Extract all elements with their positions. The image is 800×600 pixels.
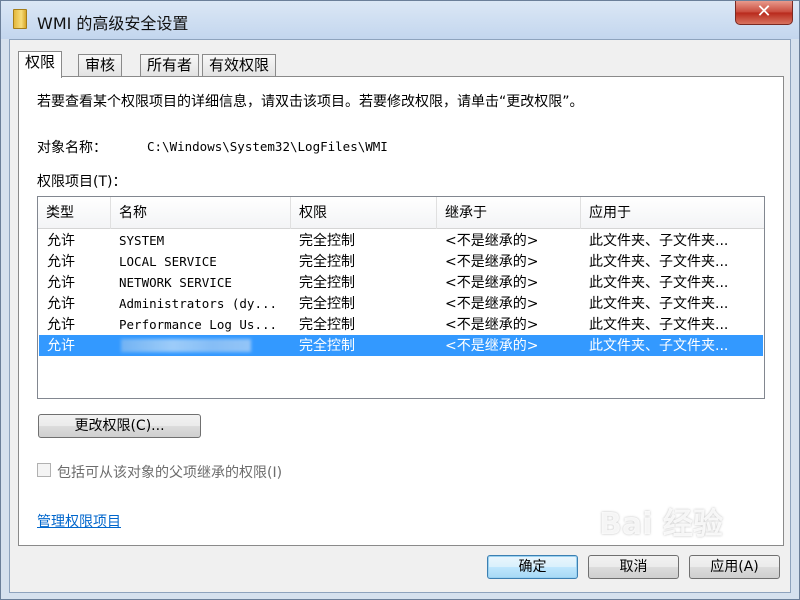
- cell-applies-to: 此文件夹、子文件夹...: [589, 296, 729, 312]
- tab-owner[interactable]: 所有者: [140, 54, 200, 77]
- cell-permission: 完全控制: [299, 233, 355, 249]
- redacted-name: [121, 339, 251, 352]
- cell-permission: 完全控制: [299, 275, 355, 291]
- permission-entries-label: 权限项目(T)：: [37, 174, 127, 190]
- tab-permissions[interactable]: 权限: [18, 51, 63, 78]
- column-header-applies-to[interactable]: 应用于: [581, 197, 764, 229]
- table-row[interactable]: 允许 SYSTEM 完全控制 <不是继承的> 此文件夹、子文件夹...: [39, 230, 763, 251]
- cell-applies-to: 此文件夹、子文件夹...: [589, 254, 729, 270]
- cell-type: 允许: [47, 338, 75, 354]
- column-header-type[interactable]: 类型: [38, 197, 111, 229]
- cell-inherited-from: <不是继承的>: [445, 275, 539, 291]
- object-name-label: 对象名称：: [37, 140, 107, 156]
- cell-permission: 完全控制: [299, 296, 355, 312]
- cell-name: NETWORK SERVICE: [119, 275, 232, 290]
- close-button[interactable]: ✕: [735, 1, 793, 25]
- cell-type: 允许: [47, 317, 75, 333]
- table-row[interactable]: 允许 Performance Log Us... 完全控制 <不是继承的> 此文…: [39, 314, 763, 335]
- column-header-inherited-from[interactable]: 继承于: [437, 197, 581, 229]
- cell-name: Administrators (dy...: [119, 296, 278, 311]
- cell-inherited-from: <不是继承的>: [445, 338, 539, 354]
- include-inheritable-checkbox[interactable]: [37, 463, 51, 477]
- cell-name: SYSTEM: [119, 233, 165, 248]
- cell-type: 允许: [47, 233, 75, 249]
- table-row-selected[interactable]: 允许 完全控制 <不是继承的> 此文件夹、子文件夹...: [39, 335, 763, 356]
- cell-applies-to: 此文件夹、子文件夹...: [589, 275, 729, 291]
- watermark: Bai 经验: [599, 507, 723, 542]
- table-row[interactable]: 允许 NETWORK SERVICE 完全控制 <不是继承的> 此文件夹、子文件…: [39, 272, 763, 293]
- cell-type: 允许: [47, 254, 75, 270]
- list-header: 类型 名称 权限 继承于 应用于: [38, 197, 764, 229]
- cell-applies-to: 此文件夹、子文件夹...: [589, 233, 729, 249]
- cell-type: 允许: [47, 275, 75, 291]
- permission-entries-list[interactable]: 类型 名称 权限 继承于 应用于 允许 SYSTEM 完全控制 <不是继承的> …: [37, 196, 765, 399]
- include-inheritable-label: 包括可从该对象的父项继承的权限(I): [57, 465, 283, 481]
- cell-applies-to: 此文件夹、子文件夹...: [589, 338, 729, 354]
- cell-inherited-from: <不是继承的>: [445, 233, 539, 249]
- table-row[interactable]: 允许 Administrators (dy... 完全控制 <不是继承的> 此文…: [39, 293, 763, 314]
- title-bar[interactable]: WMI 的高级安全设置 ✕: [1, 1, 799, 39]
- cell-type: 允许: [47, 296, 75, 312]
- column-header-name[interactable]: 名称: [111, 197, 291, 229]
- description-text: 若要查看某个权限项目的详细信息，请双击该项目。若要修改权限，请单击“更改权限”。: [37, 94, 584, 110]
- column-header-permission[interactable]: 权限: [291, 197, 437, 229]
- object-name-value: C:\Windows\System32\LogFiles\WMI: [147, 139, 388, 154]
- table-row[interactable]: 允许 LOCAL SERVICE 完全控制 <不是继承的> 此文件夹、子文件夹.…: [39, 251, 763, 272]
- cell-permission: 完全控制: [299, 338, 355, 354]
- tab-effective-permissions[interactable]: 有效权限: [202, 54, 277, 77]
- change-permissions-button[interactable]: 更改权限(C)...: [38, 414, 201, 438]
- cell-name: LOCAL SERVICE: [119, 254, 217, 269]
- ok-button[interactable]: 确定: [487, 555, 578, 579]
- tab-auditing[interactable]: 审核: [78, 54, 123, 77]
- cell-permission: 完全控制: [299, 317, 355, 333]
- folder-icon: [13, 9, 27, 29]
- cell-inherited-from: <不是继承的>: [445, 296, 539, 312]
- cell-inherited-from: <不是继承的>: [445, 317, 539, 333]
- window-title: WMI 的高级安全设置: [37, 14, 189, 33]
- cell-inherited-from: <不是继承的>: [445, 254, 539, 270]
- dialog-window: WMI 的高级安全设置 ✕ 权限 审核 所有者 有效权限 若要查看某个权限项目的…: [0, 0, 800, 600]
- cell-permission: 完全控制: [299, 254, 355, 270]
- cell-name: Performance Log Us...: [119, 317, 278, 332]
- manage-permission-entries-link[interactable]: 管理权限项目: [37, 511, 121, 531]
- cell-applies-to: 此文件夹、子文件夹...: [589, 317, 729, 333]
